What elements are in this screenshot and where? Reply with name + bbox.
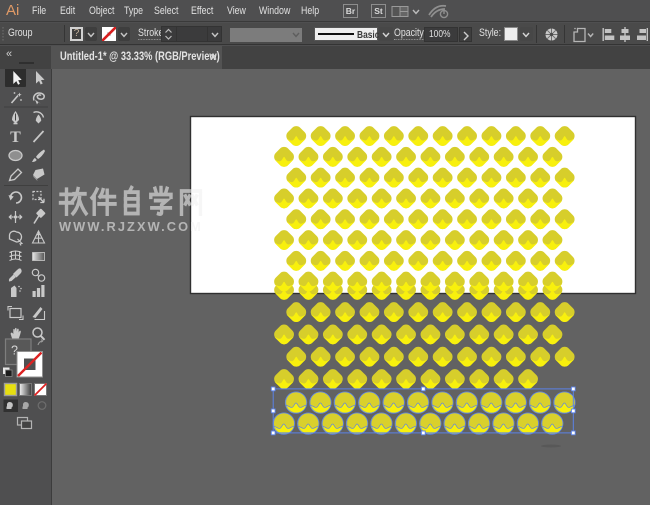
svg-text:WWW.RJZXW.COM: WWW.RJZXW.COM (59, 219, 203, 234)
svg-text:T: T (10, 129, 21, 146)
